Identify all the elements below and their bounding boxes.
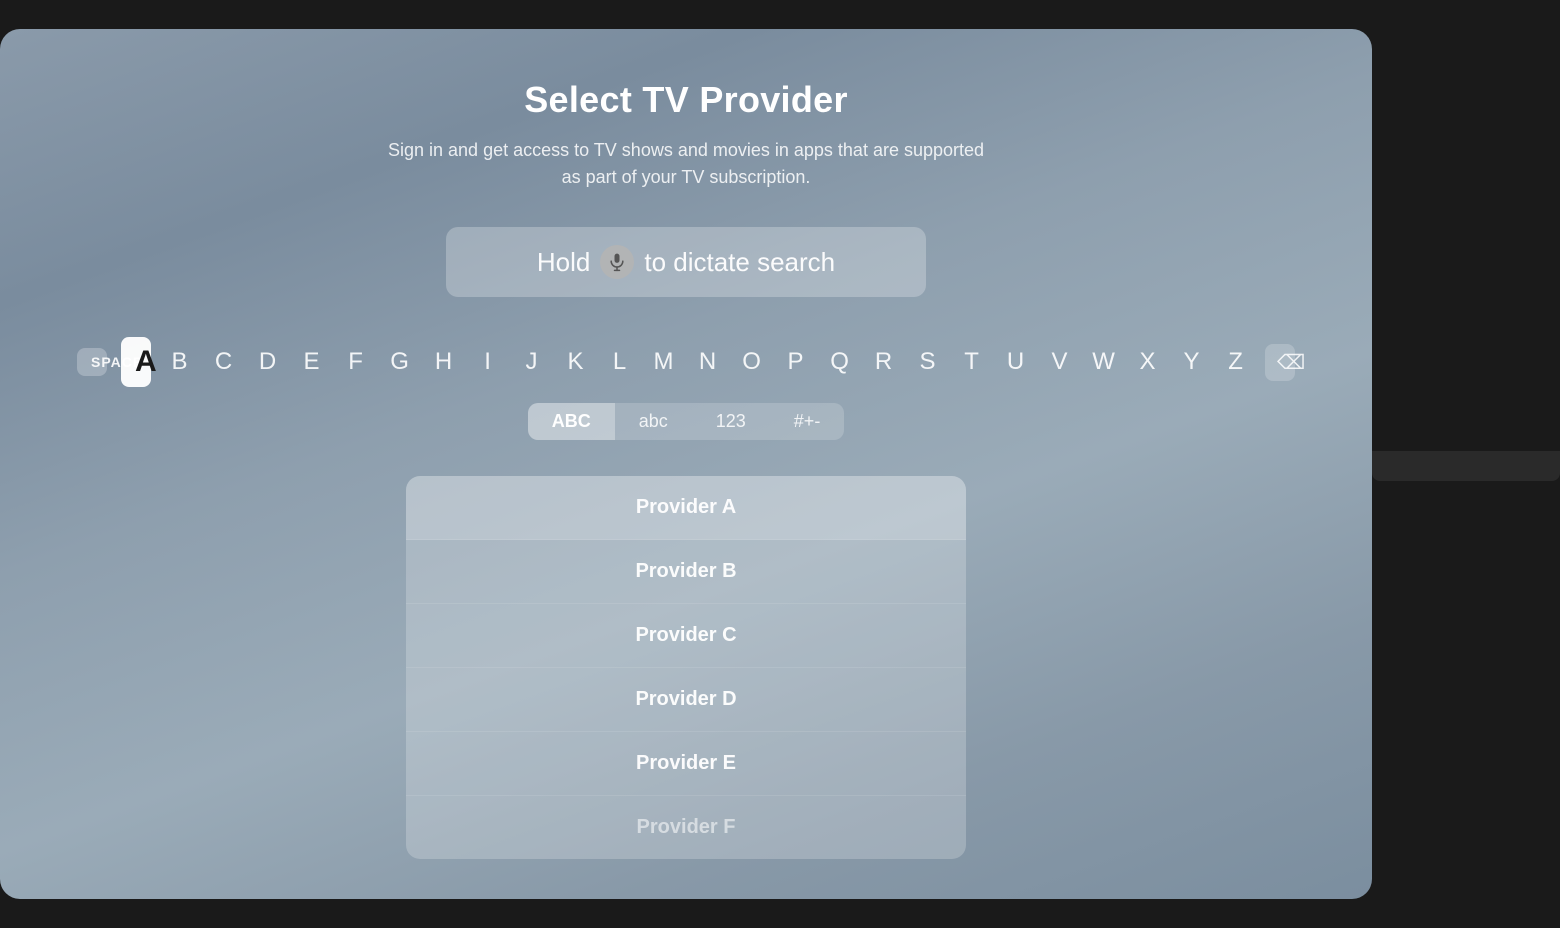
key-m[interactable]: M xyxy=(649,348,679,376)
key-a[interactable]: A xyxy=(121,337,151,387)
key-s[interactable]: S xyxy=(913,348,943,376)
provider-item-e[interactable]: Provider E xyxy=(406,732,966,796)
key-n[interactable]: N xyxy=(693,348,723,376)
key-h[interactable]: H xyxy=(429,348,459,376)
key-b[interactable]: B xyxy=(165,348,195,376)
key-r[interactable]: R xyxy=(869,348,899,376)
key-z[interactable]: Z xyxy=(1221,348,1251,376)
key-k[interactable]: K xyxy=(561,348,591,376)
key-w[interactable]: W xyxy=(1089,348,1119,376)
key-v[interactable]: V xyxy=(1045,348,1075,376)
provider-item-f[interactable]: Provider F xyxy=(406,796,966,859)
key-d[interactable]: D xyxy=(253,348,283,376)
key-o[interactable]: O xyxy=(737,348,767,376)
provider-list: Provider A Provider B Provider C Provide… xyxy=(406,476,966,859)
tv-frame: Select TV Provider Sign in and get acces… xyxy=(0,29,1372,899)
provider-item-d[interactable]: Provider D xyxy=(406,668,966,732)
key-c[interactable]: C xyxy=(209,348,239,376)
keyboard-row: SPACE A B C D E F G H I J K L M N O P Q … xyxy=(100,337,1272,387)
key-f[interactable]: F xyxy=(341,348,371,376)
key-x[interactable]: X xyxy=(1133,348,1163,376)
key-y[interactable]: Y xyxy=(1177,348,1207,376)
key-i[interactable]: I xyxy=(473,348,503,376)
provider-item-a[interactable]: Provider A xyxy=(406,476,966,540)
key-e[interactable]: E xyxy=(297,348,327,376)
key-g[interactable]: G xyxy=(385,348,415,376)
dictate-bar[interactable]: Hold to dictate search xyxy=(446,227,926,297)
mode-abc-lower[interactable]: abc xyxy=(615,403,692,440)
key-l[interactable]: L xyxy=(605,348,635,376)
provider-item-b[interactable]: Provider B xyxy=(406,540,966,604)
page-title: Select TV Provider xyxy=(524,79,848,121)
mode-numeric[interactable]: 123 xyxy=(692,403,770,440)
screen-content: Select TV Provider Sign in and get acces… xyxy=(0,29,1372,899)
key-u[interactable]: U xyxy=(1001,348,1031,376)
page-subtitle: Sign in and get access to TV shows and m… xyxy=(376,137,996,191)
tv-stand xyxy=(1372,451,1560,481)
microphone-icon xyxy=(600,245,634,279)
space-key[interactable]: SPACE xyxy=(77,348,107,376)
mode-abc-upper[interactable]: ABC xyxy=(528,403,615,440)
key-p[interactable]: P xyxy=(781,348,811,376)
key-j[interactable]: J xyxy=(517,348,547,376)
dictate-hold-text: Hold xyxy=(537,247,590,278)
provider-item-c[interactable]: Provider C xyxy=(406,604,966,668)
mode-symbols[interactable]: #+- xyxy=(770,403,845,440)
key-q[interactable]: Q xyxy=(825,348,855,376)
keyboard-modes: ABC abc 123 #+- xyxy=(528,403,845,440)
dictate-action-text: to dictate search xyxy=(644,247,835,278)
key-t[interactable]: T xyxy=(957,348,987,376)
backspace-key[interactable]: ⌫ xyxy=(1265,344,1295,381)
